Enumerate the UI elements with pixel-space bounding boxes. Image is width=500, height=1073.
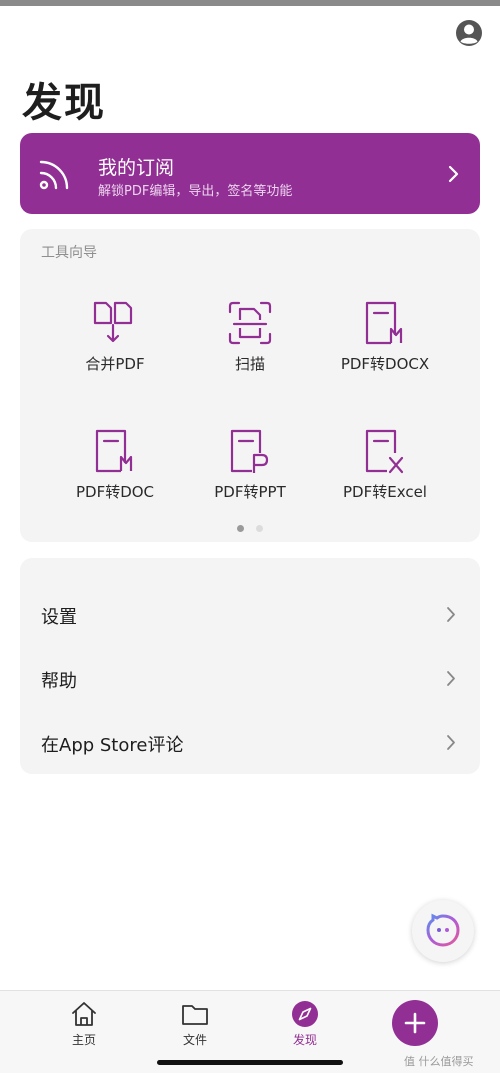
assistant-button[interactable] xyxy=(412,900,474,962)
tool-label: PDF转Excel xyxy=(343,483,427,501)
tool-label: PDF转DOC xyxy=(75,483,155,501)
subscription-subtitle: 解锁PDF编辑，导出，签名等功能 xyxy=(98,184,293,199)
watermark: 值 什么值得买 xyxy=(404,1055,474,1068)
tools-section-label: 工具向导 xyxy=(41,245,97,261)
plus-icon xyxy=(404,1012,426,1034)
profile-icon[interactable] xyxy=(454,18,484,48)
merge-pdf-icon xyxy=(93,301,133,343)
menu-item-settings[interactable]: 设置 xyxy=(20,570,480,634)
pdf-to-docx-icon xyxy=(365,301,403,345)
tab-label: 主页 xyxy=(71,1033,96,1047)
tab-discover[interactable]: 发现 xyxy=(265,999,345,1048)
scan-icon xyxy=(228,301,272,345)
tool-label: PDF转PPT xyxy=(214,483,286,501)
page-dot[interactable] xyxy=(256,525,263,532)
tool-pdf-to-ppt[interactable]: PDF转PPT xyxy=(175,427,325,517)
tool-pdf-to-docx[interactable]: PDF转DOCX xyxy=(310,299,460,389)
pdf-to-excel-icon xyxy=(365,429,404,474)
tool-pdf-to-excel[interactable]: PDF转Excel xyxy=(310,427,460,517)
assistant-icon xyxy=(426,913,460,947)
chevron-right-icon xyxy=(447,735,455,750)
rss-icon xyxy=(39,160,69,190)
subscription-card[interactable]: 我的订阅 解锁PDF编辑，导出，签名等功能 xyxy=(20,133,480,214)
menu-card: 设置 帮助 在App Store评论 xyxy=(20,558,480,774)
tool-label: 扫描 xyxy=(234,355,265,373)
menu-item-label: 在App Store评论 xyxy=(41,735,184,756)
tab-label: 文件 xyxy=(182,1033,207,1047)
folder-icon xyxy=(182,1005,208,1025)
menu-item-label: 帮助 xyxy=(41,671,77,692)
menu-item-help[interactable]: 帮助 xyxy=(20,634,480,698)
chevron-right-icon xyxy=(447,671,455,686)
chevron-right-icon xyxy=(448,165,459,183)
page-dot-active[interactable] xyxy=(237,525,244,532)
tool-merge-pdf[interactable]: 合并PDF xyxy=(40,299,190,389)
menu-item-review[interactable]: 在App Store评论 xyxy=(20,698,480,762)
tool-label: PDF转DOCX xyxy=(340,355,430,373)
pdf-to-doc-icon xyxy=(95,429,133,473)
home-icon xyxy=(72,1002,96,1026)
page-indicator[interactable] xyxy=(20,525,480,532)
tool-pdf-to-doc[interactable]: PDF转DOC xyxy=(40,427,190,517)
home-indicator xyxy=(157,1060,343,1065)
tab-files[interactable]: 文件 xyxy=(155,999,235,1048)
menu-item-label: 设置 xyxy=(41,607,77,628)
pdf-to-ppt-icon xyxy=(230,429,269,473)
add-button[interactable] xyxy=(392,1000,438,1046)
page-title: 发现 xyxy=(22,80,106,126)
chevron-right-icon xyxy=(447,607,455,622)
tab-label: 发现 xyxy=(292,1033,317,1047)
compass-icon xyxy=(292,1001,318,1027)
tool-scan[interactable]: 扫描 xyxy=(175,299,325,389)
top-status-line xyxy=(0,0,500,6)
tab-home[interactable]: 主页 xyxy=(44,999,124,1048)
tool-label: 合并PDF xyxy=(85,355,145,373)
tools-card: 工具向导 合并PDF 扫描 PDF转DOCX PDF转DOC PDF转PPT P… xyxy=(20,229,480,542)
subscription-title: 我的订阅 xyxy=(98,157,175,179)
